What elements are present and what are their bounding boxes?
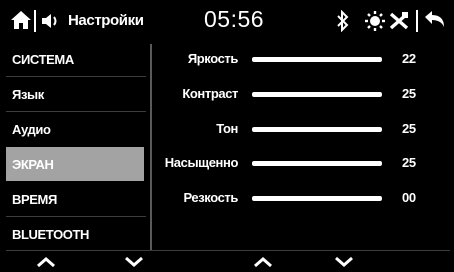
divider [34, 10, 36, 32]
sharpness-slider[interactable] [252, 196, 382, 201]
page-title: Настройки [68, 12, 144, 29]
setting-label: Контраст [182, 86, 238, 101]
volume-button[interactable] [40, 10, 62, 32]
menu-scroll-down-button[interactable] [121, 254, 147, 270]
back-button[interactable] [422, 9, 448, 33]
contrast-slider[interactable] [252, 92, 382, 97]
menu-item-time[interactable]: ВРЕМЯ [6, 182, 144, 216]
chevron-up-icon [254, 257, 272, 268]
setting-sharpness[interactable]: Резкость 00 [160, 181, 450, 215]
volume-icon [42, 14, 57, 28]
brightness-slider[interactable] [252, 57, 382, 62]
brightness-button[interactable] [364, 9, 386, 33]
mute-icon [389, 12, 409, 30]
bluetooth-status [334, 9, 352, 33]
setting-label: Тон [216, 121, 238, 136]
setting-value: 00 [402, 190, 416, 205]
brightness-icon [365, 11, 385, 31]
bottom-bar [0, 250, 454, 272]
back-icon [425, 11, 444, 27]
settings-screen: Настройки 05:56 СИСТЕМА Язык Аудио ЭКРАН… [0, 0, 454, 272]
menu-item-label: ЭКРАН [12, 156, 54, 172]
menu-item-label: Язык [12, 86, 44, 102]
top-bar: Настройки 05:56 [4, 4, 454, 38]
home-button[interactable] [10, 8, 32, 32]
setting-saturation[interactable]: Насыщенно 25 [160, 146, 450, 180]
settings-scroll-up-button[interactable] [250, 254, 276, 270]
chevron-down-icon [335, 256, 353, 267]
slider-fill [252, 127, 382, 132]
divider [6, 250, 450, 251]
setting-label: Насыщенно [164, 155, 239, 170]
slider-fill [252, 92, 382, 97]
settings-scroll-down-button[interactable] [331, 254, 357, 270]
hue-slider[interactable] [252, 127, 382, 132]
settings-category-menu: СИСТЕМА Язык Аудио ЭКРАН ВРЕМЯ BLUETOOTH [6, 42, 146, 250]
menu-item-label: Аудио [12, 121, 51, 137]
setting-value: 22 [402, 51, 416, 66]
slider-fill [252, 161, 382, 166]
setting-contrast[interactable]: Контраст 25 [160, 77, 450, 111]
setting-value: 25 [402, 121, 416, 136]
menu-item-label: BLUETOOTH [12, 226, 90, 242]
slider-fill [252, 196, 382, 201]
menu-item-audio[interactable]: Аудио [6, 112, 144, 146]
menu-item-system[interactable]: СИСТЕМА [6, 42, 144, 76]
menu-scroll-up-button[interactable] [33, 254, 59, 270]
setting-value: 25 [402, 155, 416, 170]
setting-brightness[interactable]: Яркость 22 [160, 42, 450, 76]
menu-item-bluetooth[interactable]: BLUETOOTH [6, 217, 144, 251]
saturation-slider[interactable] [252, 161, 382, 166]
menu-item-screen[interactable]: ЭКРАН [6, 147, 144, 181]
chevron-up-icon [37, 257, 55, 268]
mute-button[interactable] [388, 9, 410, 33]
panel-divider [150, 44, 152, 250]
setting-label: Яркость [187, 51, 239, 66]
home-icon [11, 11, 31, 29]
divider [416, 10, 418, 32]
setting-label: Резкость [183, 190, 238, 205]
menu-item-language[interactable]: Язык [6, 77, 144, 111]
bluetooth-icon [337, 9, 349, 33]
menu-item-label: СИСТЕМА [12, 51, 74, 67]
slider-fill [252, 57, 382, 62]
clock: 05:56 [204, 6, 265, 32]
setting-value: 25 [402, 86, 416, 101]
setting-hue[interactable]: Тон 25 [160, 112, 450, 146]
menu-item-label: ВРЕМЯ [12, 191, 57, 207]
chevron-down-icon [125, 256, 143, 267]
